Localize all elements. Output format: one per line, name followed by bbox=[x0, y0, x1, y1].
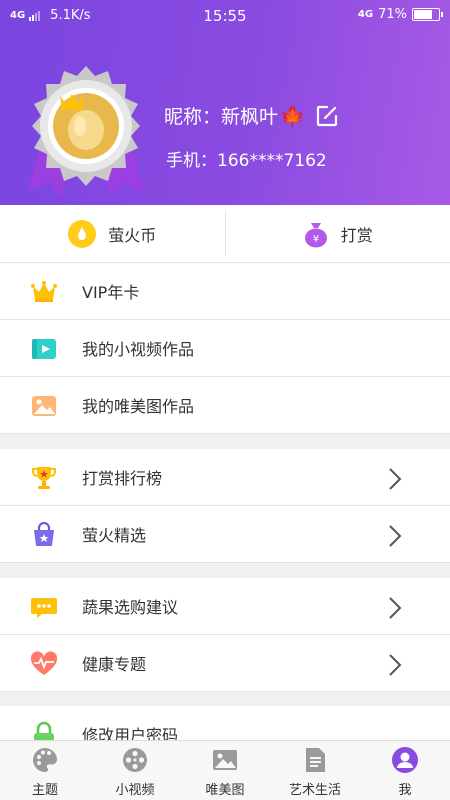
tab-label: 小视频 bbox=[115, 783, 155, 798]
tab-label: 艺术生活 bbox=[288, 783, 341, 798]
battery-icon bbox=[412, 8, 443, 21]
chat-icon bbox=[31, 598, 57, 618]
video-icon bbox=[32, 339, 56, 359]
nickname-label: 昵称： bbox=[164, 106, 222, 128]
phone-value: 166****7162 bbox=[217, 151, 327, 171]
phone-label: 手机： bbox=[166, 151, 217, 171]
chevron-right-icon bbox=[389, 654, 402, 676]
menu-item-label: VIP年卡 bbox=[82, 283, 140, 302]
menu-item-featured[interactable]: 萤火精选 bbox=[0, 506, 450, 563]
maple-leaf-icon: 🍁 bbox=[280, 103, 305, 128]
menu-item-label: 打赏排行榜 bbox=[82, 469, 163, 488]
phone: 手机：166****7162 bbox=[166, 146, 327, 171]
menu-item-my-videos[interactable]: 我的小视频作品 bbox=[0, 320, 450, 377]
avatar-badge[interactable] bbox=[22, 62, 150, 202]
crown-icon bbox=[31, 281, 57, 302]
battery-percent: 71% bbox=[378, 7, 407, 22]
tab-label: 我 bbox=[398, 783, 412, 798]
wallet-actions: 萤火币 ¥ 打赏 bbox=[0, 205, 450, 263]
svg-text:¥: ¥ bbox=[313, 234, 319, 245]
menu-item-label: 我的唯美图作品 bbox=[82, 397, 195, 416]
coin-label: 萤火币 bbox=[108, 225, 157, 245]
menu-group-rewards: 打赏排行榜 萤火精选 bbox=[0, 449, 450, 563]
tab-short-video[interactable]: 小视频 bbox=[90, 741, 180, 800]
menu-item-my-images[interactable]: 我的唯美图作品 bbox=[0, 377, 450, 434]
menu-item-label: 我的小视频作品 bbox=[82, 340, 195, 359]
tab-art-life[interactable]: 艺术生活 bbox=[270, 741, 360, 800]
network-type-right: 4G bbox=[357, 9, 374, 20]
chevron-right-icon bbox=[389, 525, 402, 547]
menu-item-health-topics[interactable]: 健康专题 bbox=[0, 635, 450, 692]
menu-item-label: 萤火精选 bbox=[82, 526, 147, 545]
menu-item-produce-advice[interactable]: 蔬果选购建议 bbox=[0, 578, 450, 635]
coin-button[interactable]: 萤火币 bbox=[0, 205, 225, 262]
chevron-right-icon bbox=[389, 597, 402, 619]
image-icon bbox=[32, 396, 56, 416]
menu-item-label: 蔬果选购建议 bbox=[82, 598, 179, 617]
menu-item-label: 健康专题 bbox=[82, 655, 147, 674]
tab-beautiful-images[interactable]: 唯美图 bbox=[180, 741, 270, 800]
menu-group-health: 蔬果选购建议 健康专题 bbox=[0, 578, 450, 692]
reward-label: 打赏 bbox=[340, 225, 373, 245]
menu-group-works: VIP年卡 我的小视频作品 我的唯美图作品 bbox=[0, 263, 450, 434]
chevron-right-icon bbox=[389, 468, 402, 490]
nickname: 昵称： 新枫叶 🍁 bbox=[164, 102, 339, 129]
film-icon bbox=[123, 748, 147, 772]
status-bar: 4G 5.1K/s 15:55 4G 71% bbox=[0, 0, 450, 32]
tab-theme[interactable]: 主题 bbox=[0, 741, 90, 800]
document-icon bbox=[306, 748, 325, 772]
palette-icon bbox=[33, 748, 57, 772]
bottom-navigation: 主题 小视频 唯美图 艺术生活 我 bbox=[0, 740, 450, 800]
edit-icon[interactable] bbox=[315, 104, 339, 128]
shopping-bag-icon bbox=[34, 521, 54, 546]
picture-icon bbox=[213, 750, 237, 770]
tab-label: 唯美图 bbox=[205, 783, 245, 798]
menu-item-reward-ranking[interactable]: 打赏排行榜 bbox=[0, 449, 450, 506]
nickname-value: 新枫叶 bbox=[221, 106, 279, 128]
trophy-icon bbox=[32, 467, 56, 489]
coin-icon bbox=[68, 219, 97, 248]
user-icon bbox=[392, 747, 418, 773]
money-bag-icon: ¥ bbox=[304, 222, 327, 247]
profile-header: 4G 5.1K/s 15:55 4G 71% 昵称： 新枫叶 🍁 手机：166* bbox=[0, 0, 450, 205]
tab-label: 主题 bbox=[31, 783, 58, 798]
heart-icon bbox=[30, 651, 58, 675]
tab-me[interactable]: 我 bbox=[360, 741, 450, 800]
menu-item-vip[interactable]: VIP年卡 bbox=[0, 263, 450, 320]
reward-button[interactable]: ¥ 打赏 bbox=[226, 205, 450, 262]
